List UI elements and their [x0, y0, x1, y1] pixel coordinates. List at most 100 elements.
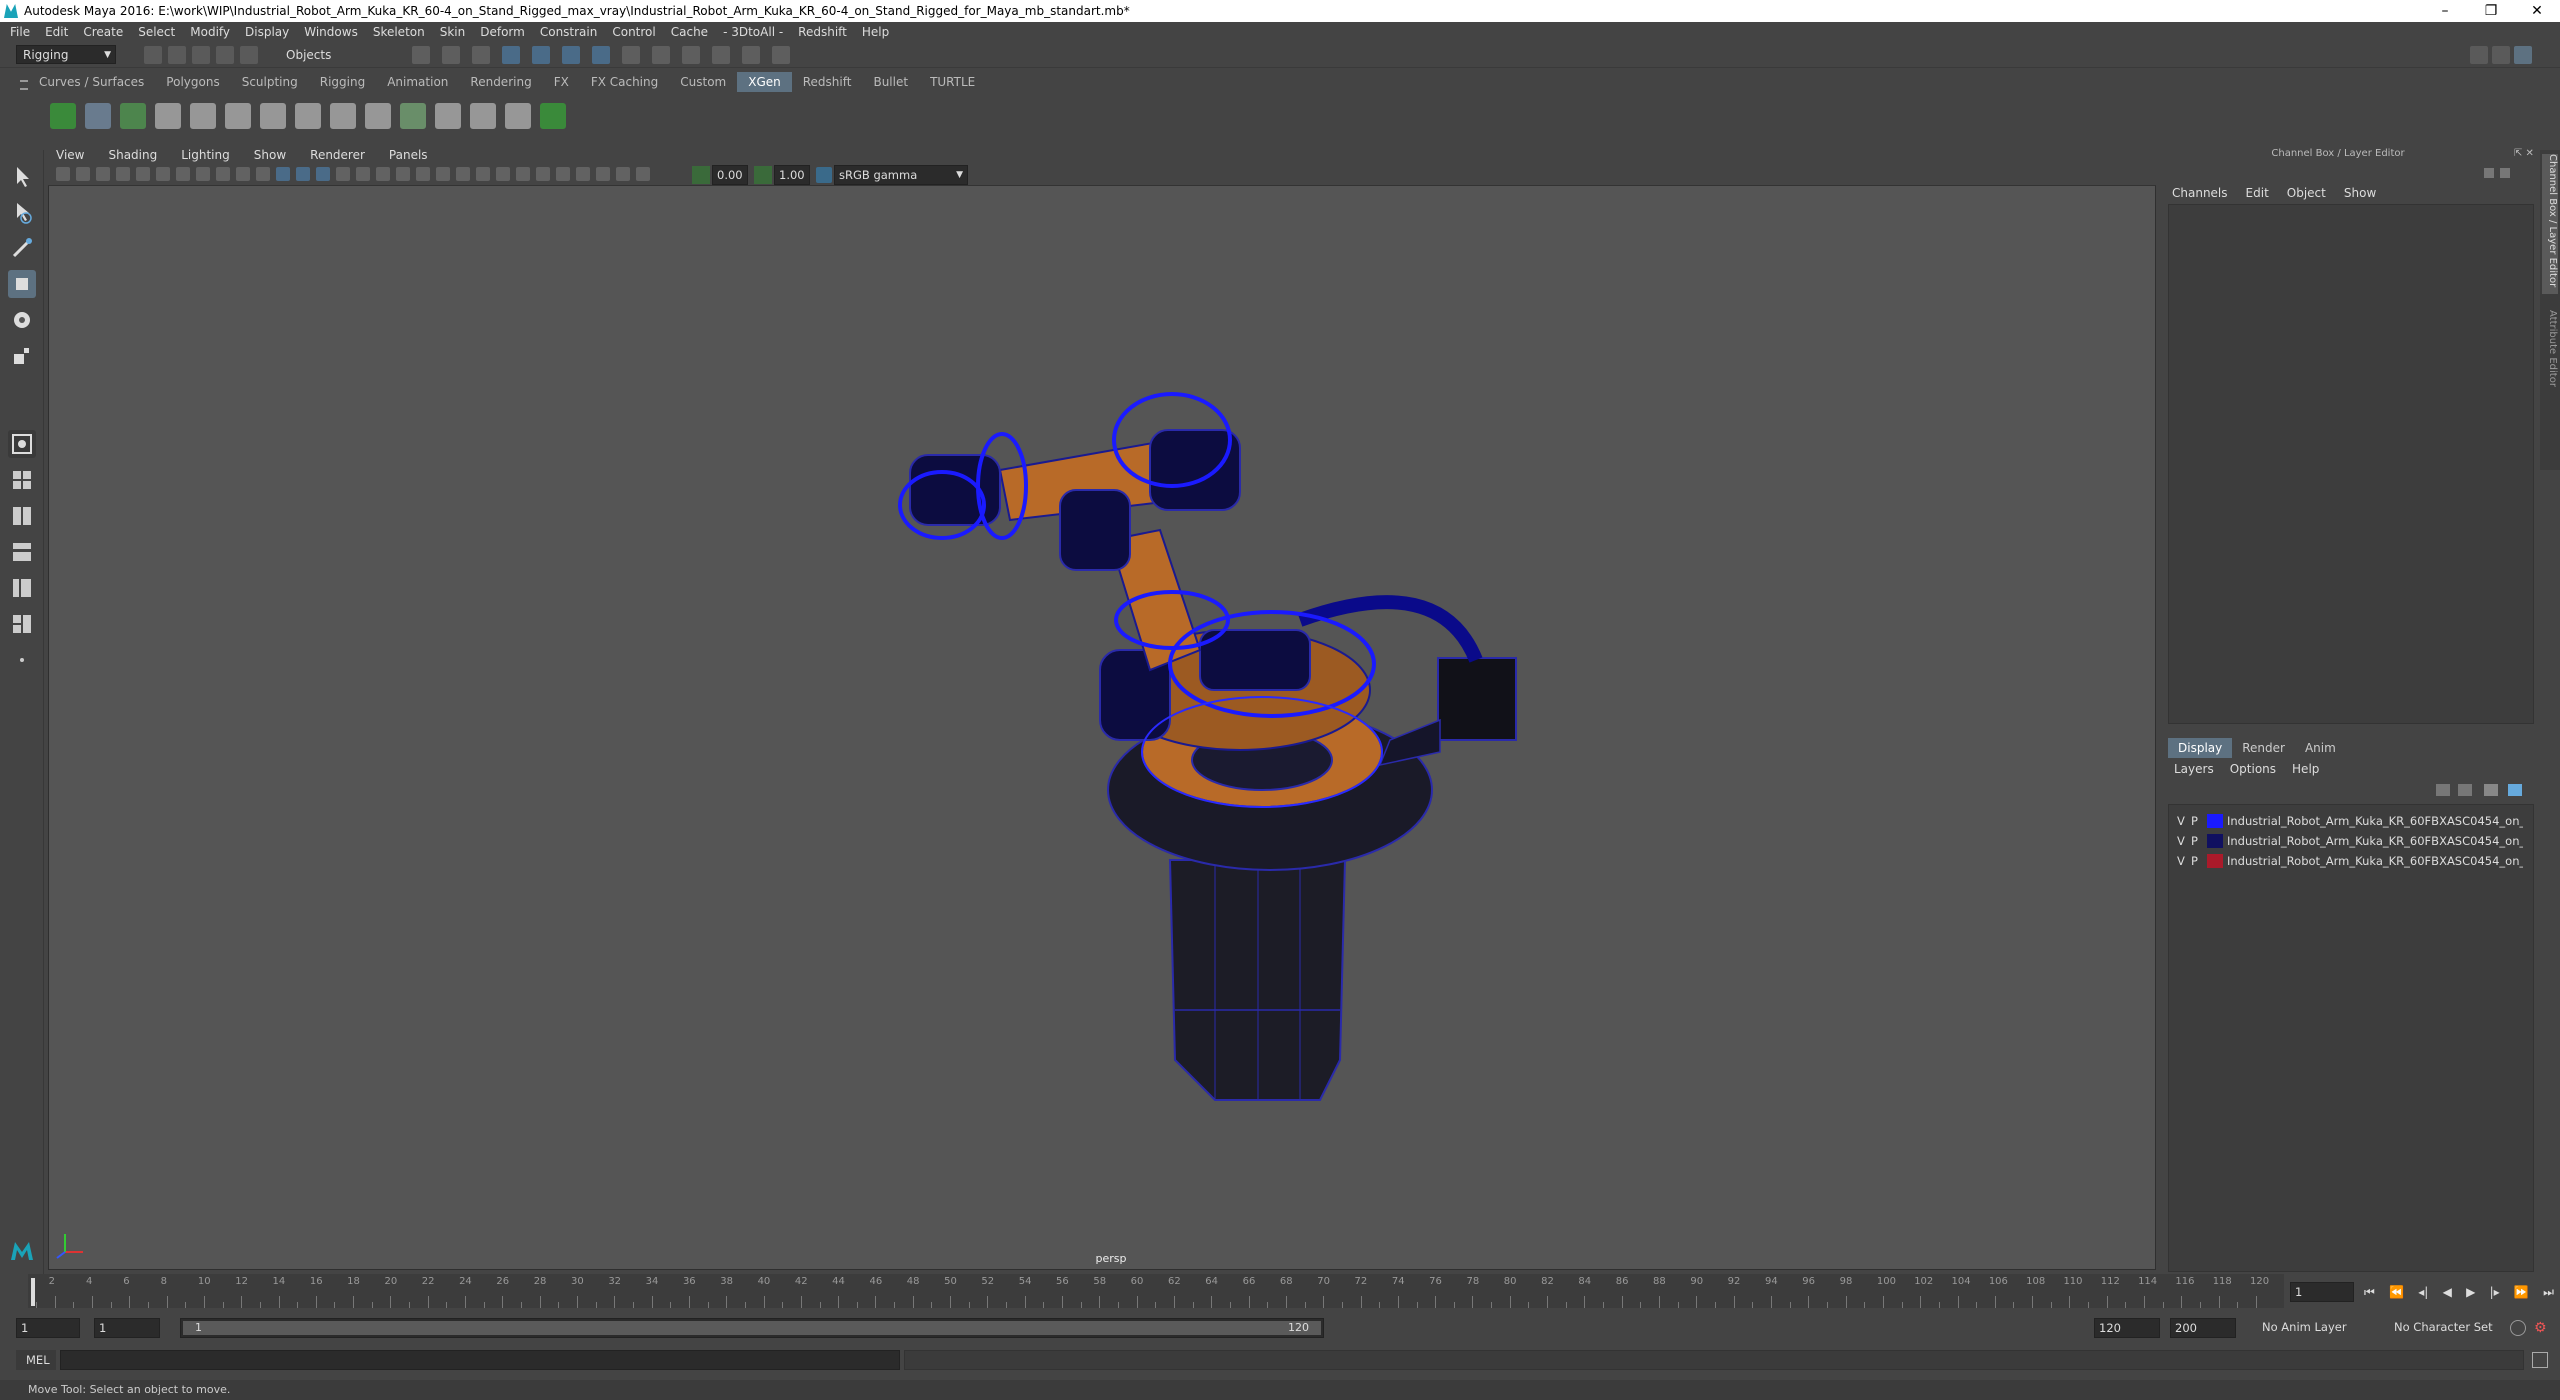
shelf-options-icon[interactable]: [20, 80, 28, 90]
snap-to-curve-icon[interactable]: [532, 46, 550, 64]
paint-groom-icon[interactable]: [155, 103, 181, 129]
end-time-field[interactable]: 200: [2170, 1318, 2236, 1338]
layer-row[interactable]: V P Industrial_Robot_Arm_Kuka_KR_60FBXASC0…: [2169, 831, 2535, 851]
sculpt-guide-icon[interactable]: [365, 103, 391, 129]
menu-set-dropdown[interactable]: Rigging ▼: [16, 45, 116, 64]
viewport-tool-6-icon[interactable]: [156, 167, 170, 181]
gamma-icon[interactable]: [754, 166, 772, 184]
selection-mask-dropdown[interactable]: Objects: [280, 46, 376, 64]
character-set-dropdown[interactable]: No Character Set: [2394, 1320, 2500, 1336]
viewport-tool-4-icon[interactable]: [116, 167, 130, 181]
layer-name[interactable]: Industrial_Robot_Arm_Kuka_KR_60FBXASC045…: [2227, 834, 2523, 848]
rotate-tool-icon[interactable]: [8, 306, 36, 334]
new-scene-icon[interactable]: [144, 46, 162, 64]
restore-button[interactable]: ❐: [2468, 0, 2514, 22]
shelf-tab-rigging[interactable]: Rigging: [309, 72, 376, 92]
hair-tool-icon[interactable]: [470, 103, 496, 129]
viewport-tool-10-icon[interactable]: [236, 167, 250, 181]
close-button[interactable]: ✕: [2514, 0, 2560, 22]
viewport-menu-shading[interactable]: Shading: [108, 148, 157, 162]
channel-box-area[interactable]: [2168, 204, 2534, 724]
layout-icon[interactable]: [2470, 46, 2488, 64]
viewport-tool-29-icon[interactable]: [616, 167, 630, 181]
snap-to-grid-icon[interactable]: [502, 46, 520, 64]
hypershade-layout-icon[interactable]: [8, 610, 36, 638]
viewport-tool-28-icon[interactable]: [596, 167, 610, 181]
viewport-tool-25-icon[interactable]: [536, 167, 550, 181]
play-backwards-button[interactable]: ◀: [2443, 1285, 2452, 1299]
viewport-menu-panels[interactable]: Panels: [389, 148, 428, 162]
layer-tab-render[interactable]: Render: [2232, 738, 2295, 758]
groom-export-icon[interactable]: [435, 103, 461, 129]
layer-playback-toggle[interactable]: P: [2191, 814, 2203, 828]
history-icon[interactable]: [652, 46, 670, 64]
shelf-tab-rendering[interactable]: Rendering: [459, 72, 542, 92]
viewport-tool-1-icon[interactable]: [56, 167, 70, 181]
move-layer-up-icon[interactable]: [2436, 784, 2450, 796]
command-language-toggle[interactable]: MEL: [16, 1350, 56, 1370]
channel-box-menu-object[interactable]: Object: [2287, 186, 2326, 202]
grab-tool-icon[interactable]: [540, 103, 566, 129]
save-scene-icon[interactable]: [192, 46, 210, 64]
guide-tool-icon[interactable]: [225, 103, 251, 129]
layer-name[interactable]: Industrial_Robot_Arm_Kuka_KR_60FBXASC045…: [2227, 854, 2523, 868]
layer-menu-layers[interactable]: Layers: [2174, 762, 2214, 778]
color-management-icon[interactable]: [816, 167, 832, 183]
playback-end-field[interactable]: 120: [2094, 1318, 2160, 1338]
current-time-indicator[interactable]: [31, 1278, 35, 1306]
time-slider[interactable]: 2 4 6 8 10 12 14 16 18 20 22 24 26 28 30 32 34 36 38 40 42 44…: [28, 1274, 2284, 1308]
channel-box-side-tab[interactable]: Channel Box / Layer Editor: [2542, 154, 2558, 294]
four-pane-layout-icon[interactable]: [8, 466, 36, 494]
viewport-tool-27-icon[interactable]: [576, 167, 590, 181]
select-guides-icon[interactable]: [295, 103, 321, 129]
shelf-tab-fx-caching[interactable]: FX Caching: [580, 72, 669, 92]
single-pane-layout-icon[interactable]: [8, 430, 36, 458]
menu-cache[interactable]: Cache: [671, 25, 708, 39]
auto-key-icon[interactable]: [2510, 1320, 2526, 1336]
layer-row[interactable]: V P Industrial_Robot_Arm_Kuka_KR_60FBXASC0…: [2169, 851, 2535, 871]
menu-create[interactable]: Create: [83, 25, 123, 39]
menu-skin[interactable]: Skin: [440, 25, 466, 39]
layer-visibility-toggle[interactable]: V: [2177, 814, 2189, 828]
layer-menu-options[interactable]: Options: [2230, 762, 2276, 778]
redo-icon[interactable]: [240, 46, 258, 64]
step-back-key-button[interactable]: ⏪: [2389, 1285, 2404, 1299]
viewport-tool-16-icon[interactable]: [356, 167, 370, 181]
viewport-canvas[interactable]: persp: [49, 186, 2155, 1269]
viewport-tool-24-icon[interactable]: [516, 167, 530, 181]
xgen-window-icon[interactable]: [50, 103, 76, 129]
menu-deform[interactable]: Deform: [480, 25, 525, 39]
menu-control[interactable]: Control: [612, 25, 655, 39]
range-slider-handle[interactable]: 1 120: [183, 1321, 1321, 1335]
shelf-tab-redshift[interactable]: Redshift: [792, 72, 863, 92]
scale-tool-icon[interactable]: [8, 342, 36, 370]
cut-tool-icon[interactable]: [505, 103, 531, 129]
select-tool-icon[interactable]: [8, 162, 36, 190]
start-time-field[interactable]: 1: [16, 1318, 80, 1338]
shelf-tab-custom[interactable]: Custom: [669, 72, 737, 92]
move-layer-down-icon[interactable]: [2458, 784, 2472, 796]
menu-file[interactable]: File: [10, 25, 30, 39]
step-forward-key-button[interactable]: ⏩: [2514, 1285, 2529, 1299]
playback-start-field[interactable]: 1: [94, 1318, 160, 1338]
shelf-tab-turtle[interactable]: TURTLE: [919, 72, 986, 92]
current-frame-field[interactable]: 1: [2290, 1282, 2354, 1302]
layer-color-swatch[interactable]: [2207, 814, 2223, 828]
viewport-tool-7-icon[interactable]: [176, 167, 190, 181]
gamma-field[interactable]: 1.00: [774, 165, 810, 185]
channel-box-toggle-icon[interactable]: [2514, 46, 2532, 64]
viewport-tool-17-icon[interactable]: [376, 167, 390, 181]
minimize-button[interactable]: –: [2422, 0, 2468, 22]
viewport-tool-11-icon[interactable]: [256, 167, 270, 181]
viewport-tool-5-icon[interactable]: [136, 167, 150, 181]
viewport-tool-2-icon[interactable]: [76, 167, 90, 181]
viewport-tool-26-icon[interactable]: [556, 167, 570, 181]
exposure-icon[interactable]: [692, 166, 710, 184]
shelf-tab-curves-surfaces[interactable]: Curves / Surfaces: [28, 72, 155, 92]
new-layer-selected-icon[interactable]: [2508, 784, 2522, 796]
shelf-tab-polygons[interactable]: Polygons: [155, 72, 230, 92]
script-editor-icon[interactable]: [2532, 1352, 2548, 1368]
menu-edit[interactable]: Edit: [45, 25, 68, 39]
play-forwards-button[interactable]: ▶: [2466, 1285, 2475, 1299]
shelf-tab-xgen[interactable]: XGen: [737, 72, 792, 92]
